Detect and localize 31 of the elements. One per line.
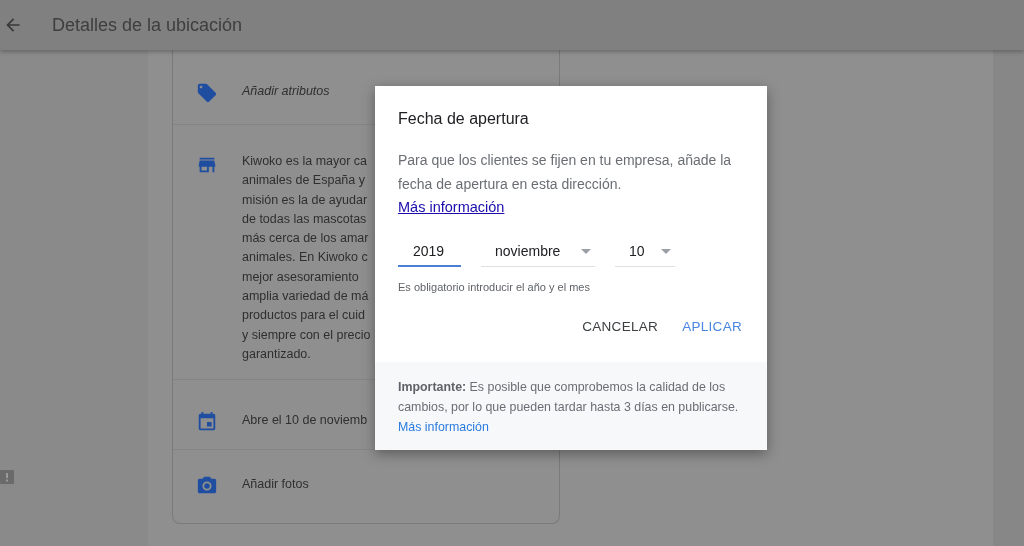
row-text: de todas las mascotas: [242, 210, 368, 228]
calendar-icon: [196, 411, 218, 433]
row-text: productos para el cuid: [242, 307, 366, 325]
row-text: más cerca de los amar: [242, 230, 370, 248]
row-text: animales. En Kiwoko c: [242, 249, 369, 267]
tag-icon: [196, 82, 218, 104]
row-text: mejor asesoramiento: [242, 268, 360, 286]
row-text: animales de España y: [242, 172, 366, 190]
dialog-text: Para que los clientes se fijen en tu empresa, añade la fecha de apertura en esta dirección.: [398, 151, 733, 194]
row-text: Añadir fotos: [242, 476, 310, 493]
caret-icon: [661, 248, 671, 254]
row-text: garantizado.: [242, 345, 312, 363]
row-text: Añadir atributos: [242, 83, 331, 100]
page-title: Detalles de la ubicación: [52, 14, 243, 36]
dropdown[interactable]: noviembre: [481, 236, 595, 267]
footer-text: Importante: Es posible que comprobemos la calidad de los cambios, por lo que pueden tardar hasta 3 días en publicarse. Más información: [398, 379, 740, 436]
row-text: misión es la de ayudar: [242, 191, 369, 209]
row-text: amplia variedad de má: [242, 288, 370, 306]
row-text: y siempre con el precio: [242, 326, 372, 344]
feedback-icon[interactable]: [0, 470, 14, 484]
dropdown[interactable]: 10: [615, 236, 675, 267]
row-text: Kiwoko es la mayor ca: [242, 153, 369, 170]
row-text: Abre el 10 de noviemb: [242, 412, 369, 429]
apply-button[interactable]: APLICAR: [674, 311, 750, 342]
year-field[interactable]: 2019: [398, 236, 461, 267]
more-info-link[interactable]: Más información: [398, 196, 505, 218]
cancel-button[interactable]: CANCELAR: [574, 311, 667, 342]
dialog-title: Fecha de apertura: [398, 110, 530, 128]
helper-text: Es obligatorio introducir el año y el mes: [398, 281, 591, 293]
more-info-link[interactable]: Más información: [398, 420, 489, 434]
caret-icon: [581, 248, 591, 254]
